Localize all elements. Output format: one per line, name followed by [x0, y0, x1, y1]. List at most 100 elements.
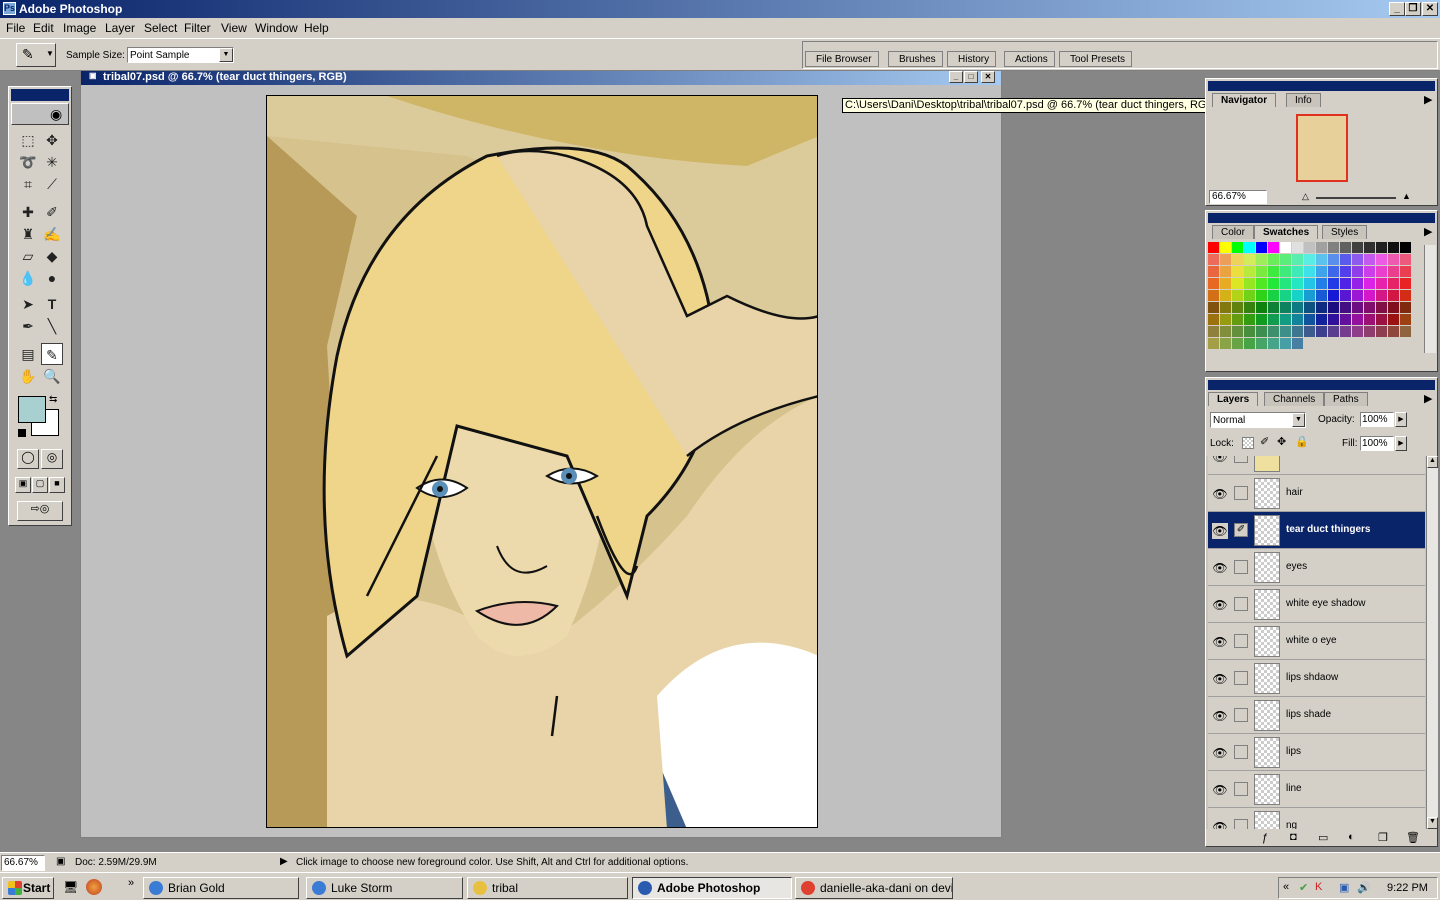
swatch[interactable]	[1256, 254, 1267, 265]
zoom-tool-icon[interactable]: 🔍	[41, 365, 63, 387]
swatch[interactable]	[1340, 326, 1351, 337]
swatch[interactable]	[1364, 278, 1375, 289]
swatch[interactable]	[1208, 326, 1219, 337]
swatch[interactable]	[1232, 278, 1243, 289]
swatch[interactable]	[1256, 314, 1267, 325]
swatch[interactable]	[1328, 326, 1339, 337]
eye-icon[interactable]: 👁	[1212, 560, 1228, 576]
path-selection-icon[interactable]: ➤	[17, 293, 39, 315]
layer-row[interactable]: 👁 line	[1208, 771, 1425, 808]
swatch[interactable]	[1340, 314, 1351, 325]
swatch[interactable]	[1352, 266, 1363, 277]
palette-menu-icon[interactable]: ▶	[1424, 392, 1432, 405]
eye-icon[interactable]: 👁	[1212, 819, 1228, 829]
swatch[interactable]	[1268, 302, 1279, 313]
swatch[interactable]	[1328, 302, 1339, 313]
swatch[interactable]	[1256, 266, 1267, 277]
trash-icon[interactable]: 🗑	[1406, 831, 1420, 844]
adobe-online-button[interactable]: ◉	[11, 103, 69, 125]
swatch[interactable]	[1328, 242, 1339, 253]
swatch[interactable]	[1244, 242, 1255, 253]
jump-to-imageready-icon[interactable]: ⇨◎	[17, 501, 63, 521]
layer-row[interactable]: 👁	[1208, 456, 1425, 475]
link-box[interactable]	[1234, 486, 1248, 500]
screen-mode-full-icon[interactable]: ■	[49, 477, 65, 493]
screen-mode-menubar-icon[interactable]: ▢	[32, 477, 48, 493]
link-box[interactable]	[1234, 819, 1248, 829]
lock-move-icon[interactable]: ✥	[1277, 435, 1286, 448]
link-box[interactable]	[1234, 782, 1248, 796]
foreground-color-swatch[interactable]	[18, 396, 46, 423]
new-group-icon[interactable]: ▭	[1318, 831, 1328, 844]
swatch[interactable]	[1232, 314, 1243, 325]
swatch[interactable]	[1400, 290, 1411, 301]
dodge-tool-icon[interactable]: ●	[41, 267, 63, 289]
swatch[interactable]	[1244, 302, 1255, 313]
swatch[interactable]	[1268, 242, 1279, 253]
swatch[interactable]	[1400, 278, 1411, 289]
swatch[interactable]	[1352, 254, 1363, 265]
doc-minimize-button[interactable]: _	[949, 71, 963, 83]
swatch[interactable]	[1256, 278, 1267, 289]
eye-icon[interactable]: 👁	[1212, 671, 1228, 687]
swatch[interactable]	[1316, 278, 1327, 289]
menu-help[interactable]: Help	[304, 21, 329, 35]
swatch[interactable]	[1316, 290, 1327, 301]
swatch[interactable]	[1400, 242, 1411, 253]
swatch[interactable]	[1304, 302, 1315, 313]
swatch[interactable]	[1304, 326, 1315, 337]
slice-tool-icon[interactable]: ⟋	[41, 173, 63, 195]
swatch[interactable]	[1232, 302, 1243, 313]
palette-menu-icon[interactable]: ▶	[1424, 225, 1432, 238]
swatch[interactable]	[1280, 278, 1291, 289]
swatch[interactable]	[1364, 266, 1375, 277]
tab-styles[interactable]: Styles	[1322, 225, 1368, 239]
swatch[interactable]	[1280, 266, 1291, 277]
swatch[interactable]	[1328, 314, 1339, 325]
type-tool-icon[interactable]: T	[41, 293, 63, 315]
swatch[interactable]	[1352, 242, 1363, 253]
swatch[interactable]	[1208, 290, 1219, 301]
well-tab-brushes[interactable]: Brushes	[888, 51, 943, 67]
swatch[interactable]	[1376, 326, 1387, 337]
layers-scrollbar[interactable]: ▲ ▼	[1426, 456, 1438, 829]
swatch[interactable]	[1220, 242, 1231, 253]
layer-row[interactable]: 👁 white o eye	[1208, 623, 1425, 660]
swatch[interactable]	[1388, 254, 1399, 265]
scroll-down-icon[interactable]: ▼	[1427, 817, 1438, 829]
layer-row[interactable]: 👁 white eye shadow	[1208, 586, 1425, 623]
swatch[interactable]	[1340, 266, 1351, 277]
quicklaunch-more-icon[interactable]: »	[128, 877, 134, 889]
link-box[interactable]	[1234, 634, 1248, 648]
link-box[interactable]	[1234, 671, 1248, 685]
layer-row[interactable]: 👁 lips shdaow	[1208, 660, 1425, 697]
swatch[interactable]	[1292, 326, 1303, 337]
swatch[interactable]	[1364, 290, 1375, 301]
swatch[interactable]	[1328, 266, 1339, 277]
chevron-down-icon[interactable]: ▼	[219, 48, 233, 62]
tray-check-icon[interactable]: ✔	[1299, 881, 1308, 894]
magic-wand-icon[interactable]: ✳	[41, 151, 63, 173]
swatch[interactable]	[1304, 266, 1315, 277]
swatch[interactable]	[1352, 290, 1363, 301]
link-box[interactable]	[1234, 456, 1248, 463]
swatch[interactable]	[1220, 326, 1231, 337]
swatch[interactable]	[1388, 242, 1399, 253]
quick-mask-icon[interactable]: ◎	[41, 449, 63, 469]
link-box[interactable]	[1234, 597, 1248, 611]
tray-expand-icon[interactable]: «	[1283, 881, 1289, 893]
tab-info[interactable]: Info	[1286, 93, 1321, 107]
swatch[interactable]	[1292, 278, 1303, 289]
default-colors-icon[interactable]	[18, 429, 26, 437]
swatch[interactable]	[1208, 266, 1219, 277]
menu-select[interactable]: Select	[144, 21, 177, 35]
palette-header[interactable]	[1208, 81, 1435, 91]
swatch[interactable]	[1268, 254, 1279, 265]
crop-tool-icon[interactable]: ⌗	[17, 173, 39, 195]
navigator-zoom-field[interactable]: 66.67%	[1209, 190, 1267, 204]
lock-transparency-icon[interactable]	[1242, 437, 1254, 449]
swatch[interactable]	[1292, 302, 1303, 313]
swatch[interactable]	[1280, 302, 1291, 313]
swatch[interactable]	[1280, 338, 1291, 349]
swatch[interactable]	[1364, 242, 1375, 253]
